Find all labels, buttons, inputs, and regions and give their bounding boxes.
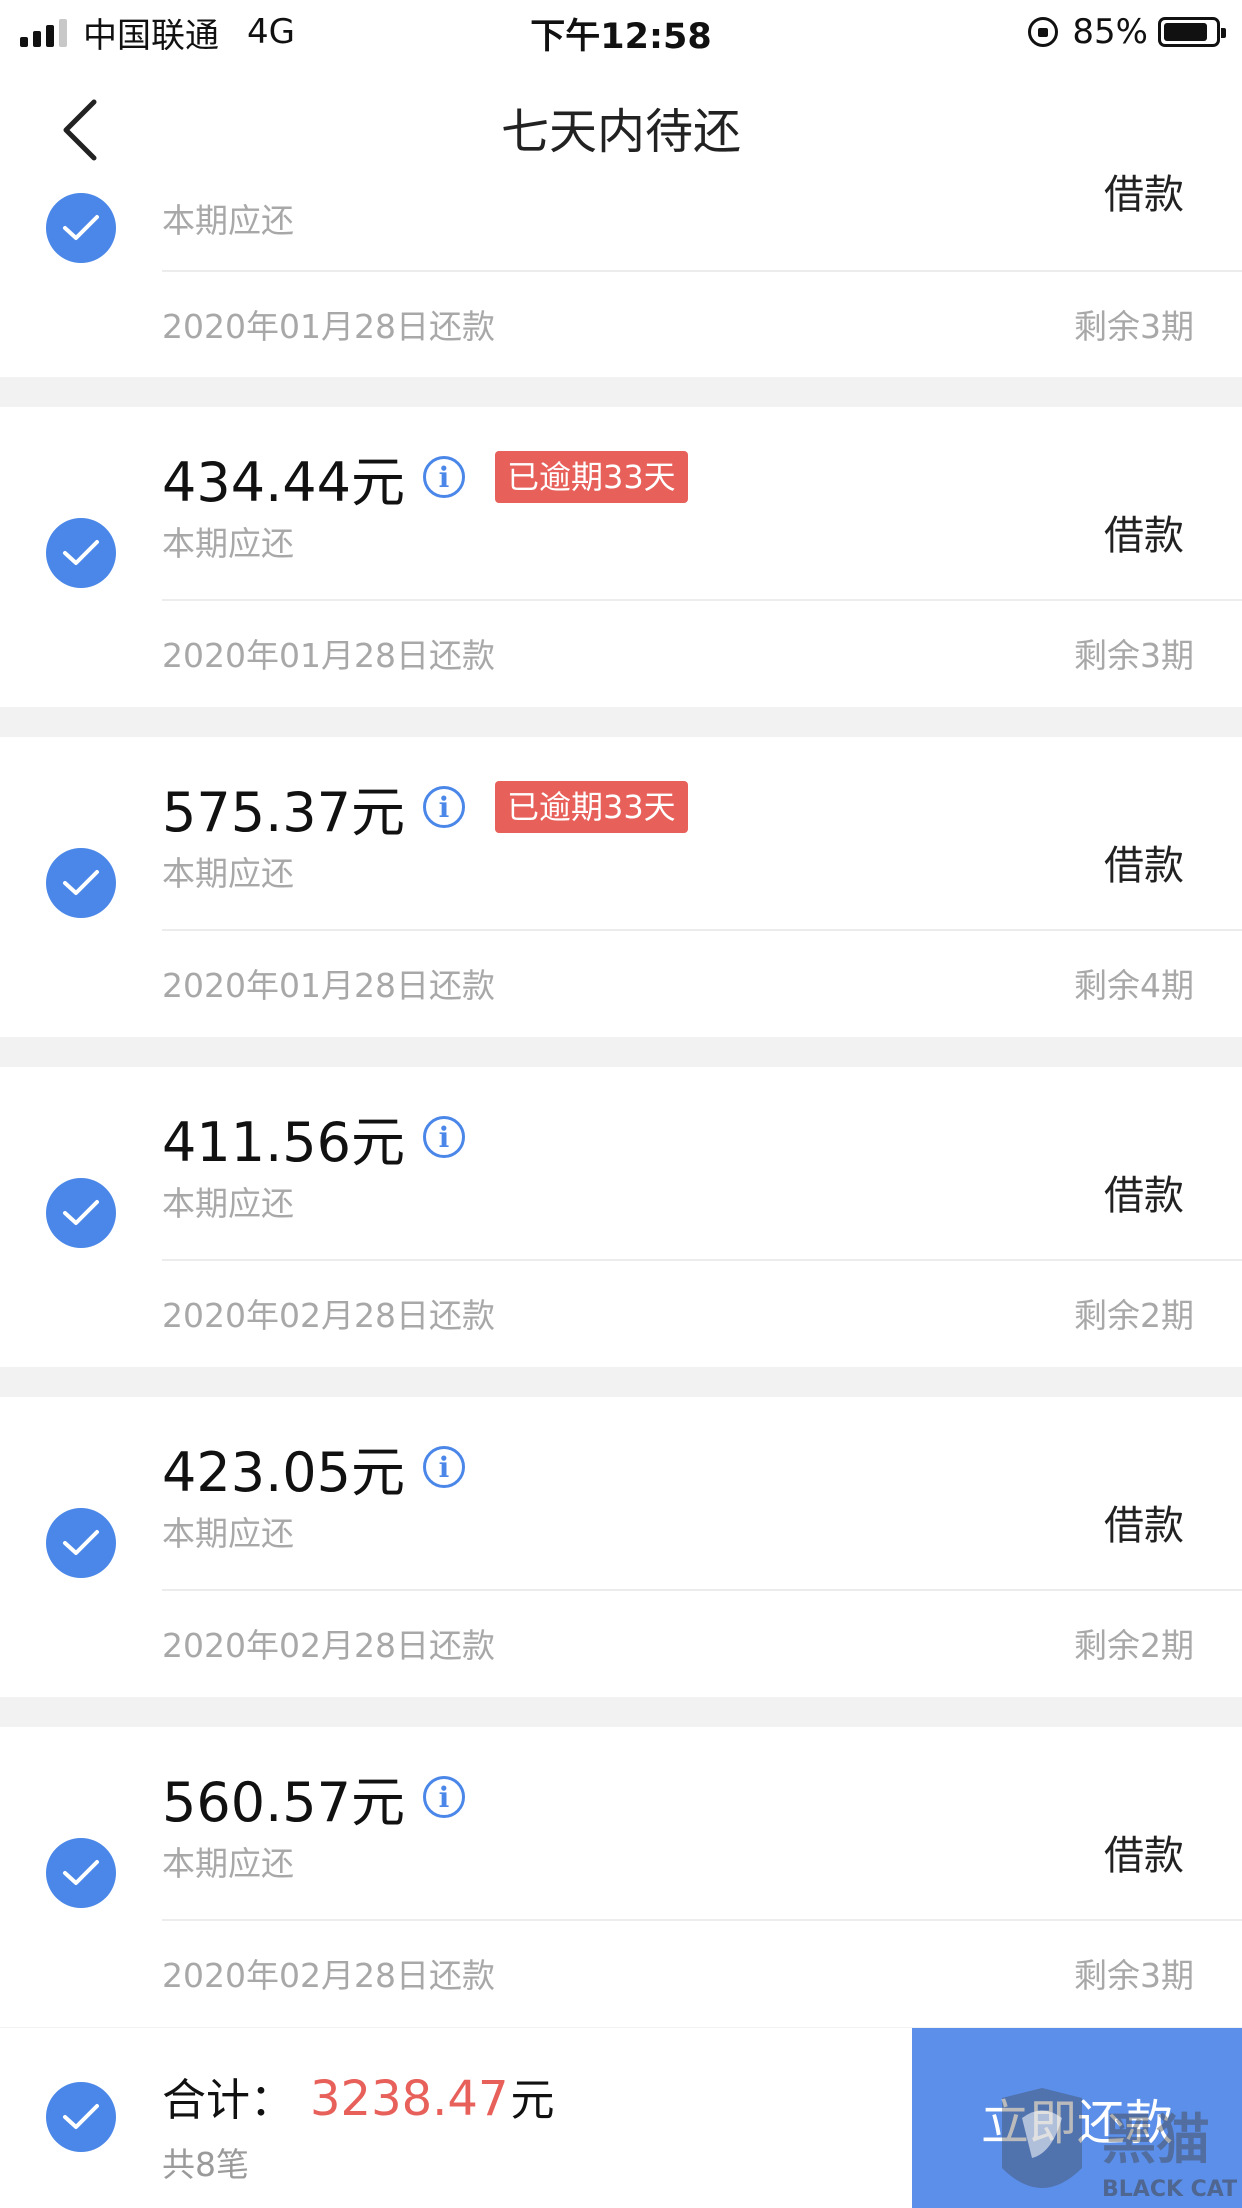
amount-label: 本期应还 [162,1514,294,1553]
amount-due: 560.57元 [162,1770,405,1834]
loan-type[interactable]: 借款 [1104,1823,1184,1881]
amount-row: 560.57元 i [162,1765,465,1834]
info-icon[interactable]: i [422,456,465,498]
divider [162,270,1242,272]
checkmark-icon [63,540,99,565]
divider [162,929,1242,931]
loan-type[interactable]: 借款 [1104,1493,1184,1551]
checkmark-icon [63,215,99,240]
nav-bar: 七天内待还 [0,64,1242,182]
select-checkbox[interactable] [46,1508,116,1578]
repayment-card-6: 560.57元 i 本期应还 借款 2020年02月28日还款 剩余3期 [0,1727,1242,2027]
amount-label: 本期应还 [162,524,294,563]
select-checkbox[interactable] [46,518,116,588]
due-date: 2020年02月28日还款 [162,1626,495,1665]
info-icon[interactable]: i [422,1776,465,1818]
info-icon[interactable]: i [422,1116,465,1158]
status-bar: 中国联通 4G 下午12:58 85% [0,0,1242,64]
page-title: 七天内待还 [500,104,741,160]
amount-due: 423.05元 [162,1440,405,1504]
total-unit: 元 [510,2075,555,2126]
loan-type[interactable]: 借款 [1104,833,1184,891]
amount-label: 本期应还 [162,1184,294,1223]
amount-label: 本期应还 [162,1844,294,1883]
remaining-periods: 剩余3期 [1074,1956,1194,1995]
amount-due: 575.37元 [162,780,405,844]
remaining-periods: 剩余4期 [1074,966,1194,1005]
rotation-lock-icon [1028,17,1059,47]
total-label: 合计： [162,2075,294,2126]
amount-row: 423.05元 i [162,1435,465,1504]
amount-row: 575.37元 i 已逾期33天 [162,775,688,844]
info-icon[interactable]: i [422,1446,465,1488]
checkmark-icon [63,1530,99,1555]
remaining-periods: 剩余2期 [1074,1296,1194,1335]
amount-due: 434.44元 [162,450,405,514]
bottom-bar: 合计： 3238.47 元 共8笔 立即还款 黑猫 BLACK CAT [0,2028,1242,2208]
select-all-checkbox[interactable] [46,2082,116,2152]
due-date: 2020年01月28日还款 [162,307,495,346]
select-checkbox[interactable] [46,1838,116,1908]
due-date: 2020年01月28日还款 [162,966,495,1005]
repayment-list: i 本期应还 借款 2020年01月28日还款 剩余3期 434.44元 i 已… [0,172,1242,2057]
checkmark-icon [63,2104,99,2129]
divider [162,1259,1242,1261]
overdue-badge: 已逾期33天 [494,451,688,503]
select-checkbox[interactable] [46,193,116,263]
repayment-card-3: 575.37元 i 已逾期33天 本期应还 借款 2020年01月28日还款 剩… [0,737,1242,1037]
item-count: 共8笔 [162,2145,249,2184]
loan-type[interactable]: 借款 [1104,162,1184,220]
loan-type[interactable]: 借款 [1104,1163,1184,1221]
status-right: 85% [1028,10,1226,54]
checkmark-icon [63,870,99,895]
repayment-card-4: 411.56元 i 本期应还 借款 2020年02月28日还款 剩余2期 [0,1067,1242,1367]
overdue-badge: 已逾期33天 [494,781,688,833]
divider [162,1589,1242,1591]
repayment-card-5: 423.05元 i 本期应还 借款 2020年02月28日还款 剩余2期 [0,1397,1242,1697]
total-amount: 合计： 3238.47 元 [162,2064,555,2128]
info-icon[interactable]: i [422,786,465,828]
amount-due: 411.56元 [162,1110,405,1174]
repayment-card-2: 434.44元 i 已逾期33天 本期应还 借款 2020年01月28日还款 剩… [0,407,1242,707]
remaining-periods: 剩余3期 [1074,307,1194,346]
amount-row: 411.56元 i [162,1105,465,1174]
pay-now-button[interactable]: 立即还款 [912,2028,1242,2208]
amount-label: 本期应还 [162,854,294,893]
due-date: 2020年02月28日还款 [162,1956,495,1995]
divider [162,599,1242,601]
remaining-periods: 剩余2期 [1074,1626,1194,1665]
amount-label: 本期应还 [162,201,294,240]
select-checkbox[interactable] [46,848,116,918]
checkmark-icon [63,1860,99,1885]
repayment-card-1: i 本期应还 借款 2020年01月28日还款 剩余3期 [0,172,1242,377]
remaining-periods: 剩余3期 [1074,636,1194,675]
loan-type[interactable]: 借款 [1104,503,1184,561]
total-value: 3238.47 [310,2071,509,2127]
due-date: 2020年02月28日还款 [162,1296,495,1335]
battery-icon [1158,17,1226,47]
battery-percent: 85% [1072,12,1148,52]
due-date: 2020年01月28日还款 [162,636,495,675]
checkmark-icon [63,1200,99,1225]
select-checkbox[interactable] [46,1178,116,1248]
divider [162,1919,1242,1921]
amount-row: 434.44元 i 已逾期33天 [162,445,688,514]
